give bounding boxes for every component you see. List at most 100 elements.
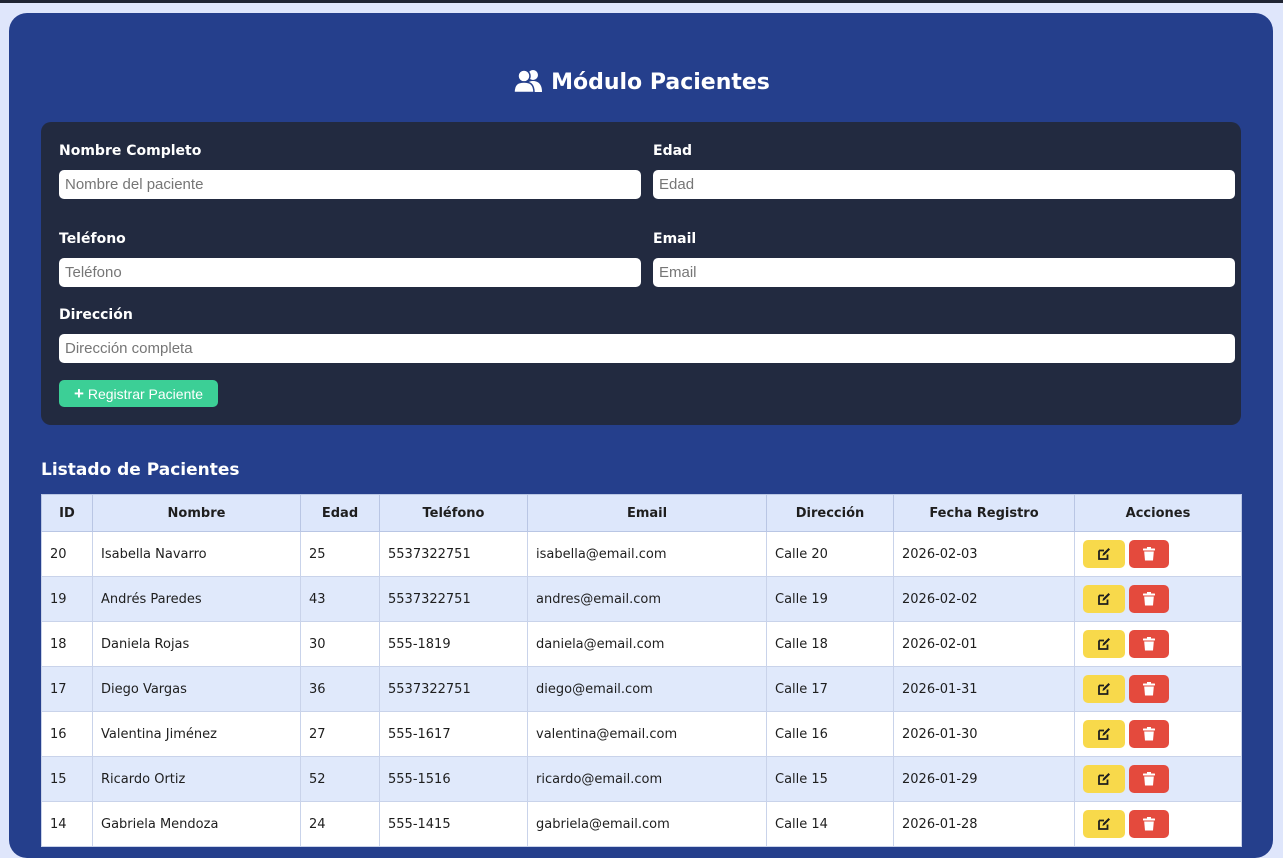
cell-id: 20 (41, 531, 93, 577)
cell-date: 2026-02-02 (893, 576, 1075, 622)
cell-id: 14 (41, 801, 93, 847)
cell-phone: 555-1415 (379, 801, 528, 847)
cell-actions (1074, 711, 1242, 757)
cell-address: Calle 17 (766, 666, 894, 712)
cell-name: Daniela Rojas (92, 621, 301, 667)
trash-icon (1143, 817, 1155, 831)
name-label: Nombre Completo (59, 143, 202, 159)
table-row: 17 Diego Vargas 36 5537322751 diego@email.co… (41, 666, 1242, 712)
cell-email: valentina@email.com (527, 711, 767, 757)
row-actions (1083, 810, 1233, 838)
cell-actions (1074, 576, 1242, 622)
edit-button[interactable] (1083, 585, 1125, 613)
cell-date: 2026-01-30 (893, 711, 1075, 757)
register-patient-button[interactable]: + Registrar Paciente (59, 380, 218, 407)
page-title-text: Módulo Pacientes (551, 70, 770, 95)
trash-icon (1143, 772, 1155, 786)
table-row: 14 Gabriela Mendoza 24 555-1415 gabriela@ema… (41, 801, 1242, 847)
name-input[interactable] (59, 170, 641, 199)
cell-address: Calle 19 (766, 576, 894, 622)
table-row: 15 Ricardo Ortiz 52 555-1516 ricardo@email.c… (41, 756, 1242, 802)
cell-age: 36 (300, 666, 380, 712)
cell-id: 18 (41, 621, 93, 667)
address-label: Dirección (59, 307, 133, 323)
cell-date: 2026-01-28 (893, 801, 1075, 847)
age-input[interactable] (653, 170, 1235, 199)
cell-actions (1074, 666, 1242, 712)
edit-icon (1097, 727, 1111, 741)
cell-date: 2026-02-01 (893, 621, 1075, 667)
cell-address: Calle 20 (766, 531, 894, 577)
row-actions (1083, 540, 1233, 568)
edit-button[interactable] (1083, 810, 1125, 838)
cell-email: daniela@email.com (527, 621, 767, 667)
cell-age: 27 (300, 711, 380, 757)
cell-actions (1074, 621, 1242, 667)
address-input[interactable] (59, 334, 1235, 363)
row-actions (1083, 720, 1233, 748)
cell-name: Diego Vargas (92, 666, 301, 712)
column-header-id: ID (41, 494, 93, 532)
trash-icon (1143, 592, 1155, 606)
table-row: 19 Andrés Paredes 43 5537322751 andres@email… (41, 576, 1242, 622)
cell-name: Gabriela Mendoza (92, 801, 301, 847)
row-actions (1083, 630, 1233, 658)
cell-date: 2026-02-03 (893, 531, 1075, 577)
users-icon (513, 69, 543, 104)
column-header-phone: Teléfono (379, 494, 528, 532)
cell-name: Ricardo Ortiz (92, 756, 301, 802)
cell-name: Andrés Paredes (92, 576, 301, 622)
cell-age: 24 (300, 801, 380, 847)
cell-date: 2026-01-31 (893, 666, 1075, 712)
edit-button[interactable] (1083, 720, 1125, 748)
cell-phone: 555-1819 (379, 621, 528, 667)
delete-button[interactable] (1129, 630, 1169, 658)
patients-table: ID Nombre Edad Teléfono Email Dirección … (41, 494, 1242, 847)
trash-icon (1143, 547, 1155, 561)
phone-input[interactable] (59, 258, 641, 287)
cell-id: 19 (41, 576, 93, 622)
delete-button[interactable] (1129, 810, 1169, 838)
trash-icon (1143, 637, 1155, 651)
cell-phone: 555-1617 (379, 711, 528, 757)
cell-email: ricardo@email.com (527, 756, 767, 802)
delete-button[interactable] (1129, 675, 1169, 703)
column-header-name: Nombre (92, 494, 301, 532)
email-input[interactable] (653, 258, 1235, 287)
edit-button[interactable] (1083, 675, 1125, 703)
cell-age: 52 (300, 756, 380, 802)
cell-phone: 5537322751 (379, 531, 528, 577)
cell-address: Calle 18 (766, 621, 894, 667)
delete-button[interactable] (1129, 720, 1169, 748)
cell-date: 2026-01-29 (893, 756, 1075, 802)
cell-age: 25 (300, 531, 380, 577)
cell-email: isabella@email.com (527, 531, 767, 577)
register-patient-label: Registrar Paciente (87, 385, 204, 402)
cell-email: diego@email.com (527, 666, 767, 712)
delete-button[interactable] (1129, 765, 1169, 793)
cell-phone: 5537322751 (379, 666, 528, 712)
edit-button[interactable] (1083, 540, 1125, 568)
cell-id: 17 (41, 666, 93, 712)
column-header-actions: Acciones (1074, 494, 1242, 532)
column-header-date: Fecha Registro (893, 494, 1075, 532)
cell-name: Isabella Navarro (92, 531, 301, 577)
table-row: 20 Isabella Navarro 25 5537322751 isabella@e… (41, 531, 1242, 577)
edit-button[interactable] (1083, 630, 1125, 658)
delete-button[interactable] (1129, 585, 1169, 613)
cell-id: 16 (41, 711, 93, 757)
cell-actions (1074, 756, 1242, 802)
phone-label: Teléfono (59, 231, 126, 247)
cell-age: 30 (300, 621, 380, 667)
email-label: Email (653, 231, 697, 247)
edit-button[interactable] (1083, 765, 1125, 793)
row-actions (1083, 675, 1233, 703)
patient-form: Nombre Completo Edad Teléfono Email Dire… (41, 122, 1241, 425)
window-top-strip (0, 0, 1283, 3)
plus-icon: + (73, 384, 84, 403)
page-title: Módulo Pacientes (0, 66, 1283, 104)
table-row: 16 Valentina Jiménez 27 555-1617 valentina@e… (41, 711, 1242, 757)
delete-button[interactable] (1129, 540, 1169, 568)
table-header-row: ID Nombre Edad Teléfono Email Dirección … (41, 494, 1242, 532)
cell-id: 15 (41, 756, 93, 802)
